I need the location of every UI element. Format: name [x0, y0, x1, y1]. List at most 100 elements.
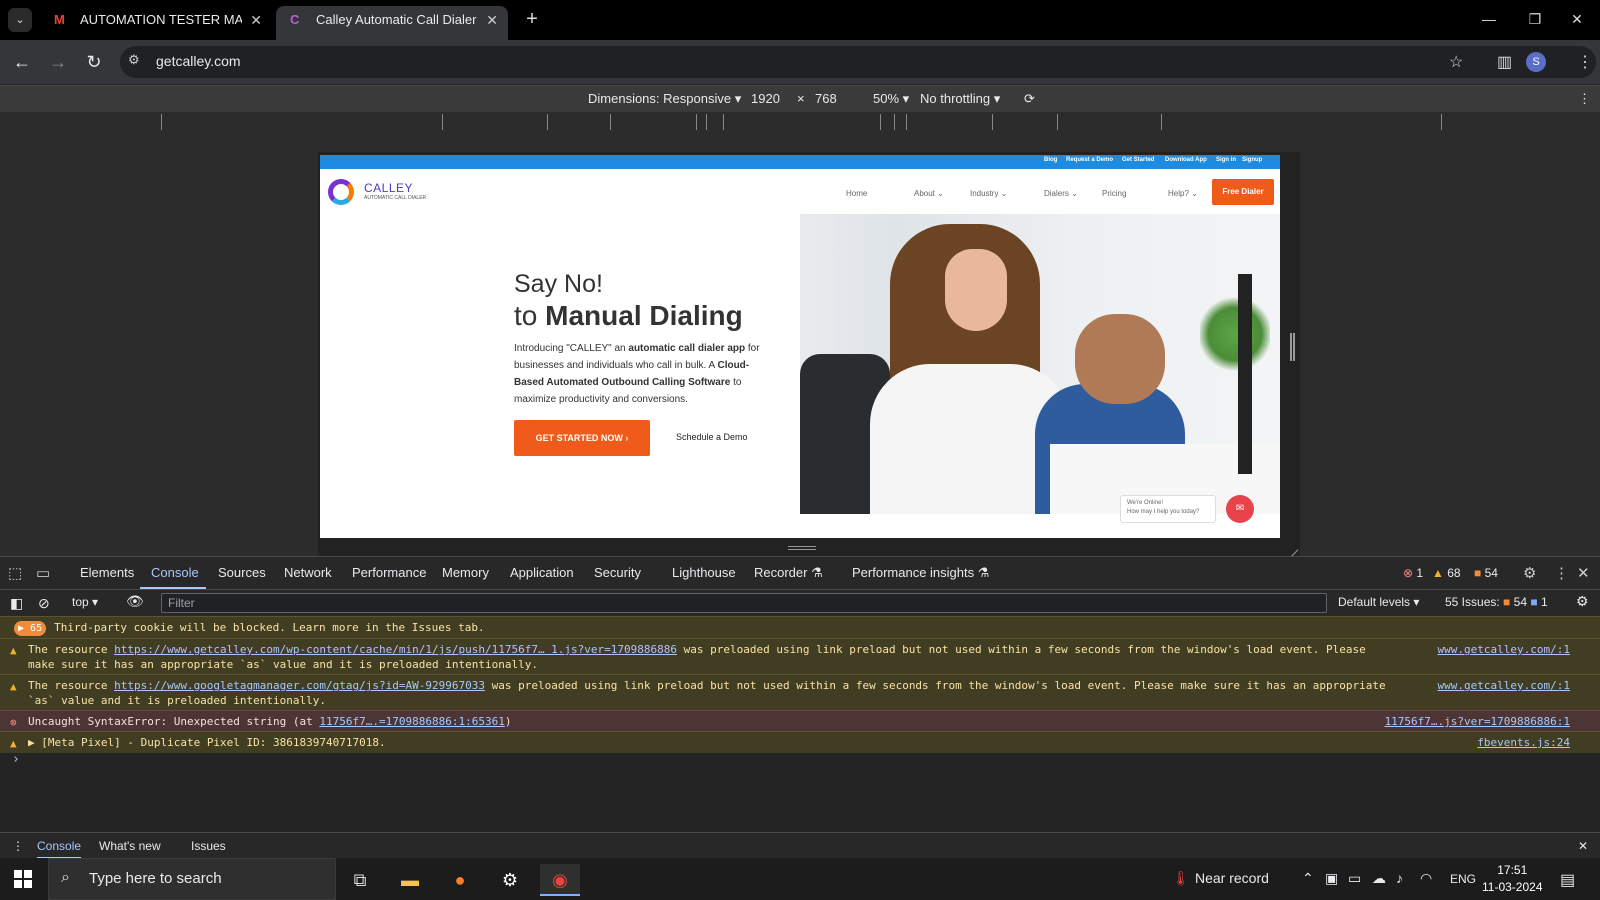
firefox-icon[interactable]: ●	[440, 864, 480, 896]
tab-application[interactable]: Application	[510, 565, 574, 580]
tray-app-icon[interactable]: ▣	[1325, 870, 1338, 887]
warning-count[interactable]: ▲ 68	[1432, 566, 1461, 580]
close-icon[interactable]: ✕	[250, 6, 262, 34]
tab-search-button[interactable]: ⌄	[8, 8, 32, 32]
bookmark-star-icon[interactable]: ☆	[1449, 52, 1463, 72]
devtools-menu-icon[interactable]: ⋮	[1554, 564, 1569, 582]
source-link[interactable]: www.getcalley.com/:1	[1438, 678, 1570, 693]
avatar[interactable]: S	[1526, 52, 1546, 72]
source-link[interactable]: fbevents.js:24	[1477, 735, 1570, 750]
rotate-icon[interactable]: ⟳	[1024, 91, 1035, 107]
battery-icon[interactable]: ▭	[1348, 870, 1361, 887]
issues-counter[interactable]: 55 Issues: ■ 54 ■ 1	[1445, 595, 1548, 609]
weather-text[interactable]: Near record	[1195, 870, 1269, 886]
calley-logo-icon[interactable]	[328, 179, 354, 205]
tab-performance-insights[interactable]: Performance insights ⚗	[852, 565, 989, 581]
menu-about[interactable]: About ⌄	[914, 189, 944, 198]
chat-greeting[interactable]: We're Online! How may I help you today?	[1120, 495, 1216, 523]
tab-memory[interactable]: Memory	[442, 565, 489, 580]
topbar-link-signup[interactable]: Signup	[1242, 157, 1262, 163]
sidebar-toggle-icon[interactable]: ◧	[10, 595, 23, 612]
tab-security[interactable]: Security	[594, 565, 641, 580]
cloud-icon[interactable]: ☁	[1372, 870, 1386, 887]
tab-sources[interactable]: Sources	[218, 565, 266, 580]
settings-app-icon[interactable]: ⚙	[490, 864, 530, 896]
resize-handle-bottom[interactable]	[788, 546, 816, 550]
zoom-dropdown[interactable]: 50% ▾	[873, 91, 909, 107]
tab-recorder[interactable]: Recorder ⚗	[754, 565, 823, 581]
source-link[interactable]: 11756f7….js?ver=1709886886:1	[1385, 714, 1570, 729]
browser-menu-icon[interactable]: ⋮	[1577, 52, 1593, 72]
windows-start-icon[interactable]	[14, 870, 32, 888]
topbar-link-sign-in[interactable]: Sign in	[1216, 157, 1236, 163]
drawer-menu-icon[interactable]: ⋮	[12, 839, 24, 853]
source-link[interactable]: www.getcalley.com/:1	[1438, 642, 1570, 657]
drawer-tab-console[interactable]: Console	[37, 839, 82, 859]
reload-icon[interactable]: ↻	[82, 50, 106, 74]
tab-console[interactable]: Console	[151, 565, 199, 580]
thermometer-icon[interactable]: 🌡	[1172, 870, 1190, 887]
notification-icon[interactable]: ▤	[1560, 870, 1575, 890]
close-icon[interactable]: ✕	[486, 6, 498, 34]
resource-link[interactable]: https://www.getcalley.com/wp-content/cac…	[114, 643, 677, 656]
menu-home[interactable]: Home	[846, 189, 867, 198]
context-selector[interactable]: top ▾	[72, 595, 98, 609]
new-tab-button[interactable]: +	[520, 8, 544, 32]
language-indicator[interactable]: ENG	[1450, 872, 1476, 886]
minimize-button[interactable]: —	[1466, 0, 1512, 40]
resource-link[interactable]: https://www.googletagmanager.com/gtag/js…	[114, 679, 485, 692]
settings-gear-icon[interactable]: ⚙	[1523, 564, 1536, 582]
console-warning-preload-1[interactable]: ▲ The resource https://www.getcalley.com…	[0, 638, 1600, 675]
taskbar-search-box[interactable]: ⌕ Type here to search	[48, 858, 336, 900]
topbar-link-get-started[interactable]: Get Started	[1122, 157, 1154, 163]
volume-icon[interactable]: ♪	[1396, 870, 1403, 886]
console-warning-meta-pixel[interactable]: ▲ ▶ [Meta Pixel] - Duplicate Pixel ID: 3…	[0, 731, 1600, 753]
topbar-link-request-demo[interactable]: Request a Demo	[1066, 157, 1113, 163]
side-panel-icon[interactable]: ▥	[1497, 52, 1512, 72]
inspect-element-icon[interactable]: ⬚	[8, 564, 22, 582]
cookie-issue-message[interactable]: ▶ 65 Third-party cookie will be blocked. …	[0, 616, 1600, 639]
devtools-close-icon[interactable]: ✕	[1577, 564, 1590, 582]
width-input[interactable]: 1920	[751, 91, 780, 106]
device-toggle-icon[interactable]: ▭	[36, 564, 50, 582]
forward-icon[interactable]: →	[46, 50, 70, 74]
console-warning-preload-2[interactable]: ▲ The resource https://www.googletagmana…	[0, 674, 1600, 711]
error-count[interactable]: ⊗ 1	[1403, 566, 1423, 580]
console-prompt-icon[interactable]: ›	[12, 752, 20, 767]
height-input[interactable]: 768	[815, 91, 837, 106]
menu-industry[interactable]: Industry ⌄	[970, 189, 1007, 198]
expand-arrow-icon[interactable]: ▶	[28, 736, 35, 749]
drawer-tab-whats-new[interactable]: What's new	[99, 839, 161, 853]
browser-tab-calley[interactable]: C Calley Automatic Call Dialer For ✕	[276, 6, 508, 40]
menu-dialers[interactable]: Dialers ⌄	[1044, 189, 1078, 198]
resize-handle-right[interactable]	[1290, 333, 1295, 361]
throttling-dropdown[interactable]: No throttling ▾	[920, 91, 1000, 107]
live-expression-eye-icon[interactable]: 👁	[126, 593, 144, 610]
browser-tab-gmail[interactable]: M AUTOMATION TESTER MACHIN ✕	[40, 6, 272, 40]
info-count[interactable]: ■ 54	[1474, 566, 1498, 580]
console-error-syntax[interactable]: ⊗ Uncaught SyntaxError: Unexpected strin…	[0, 710, 1600, 732]
back-icon[interactable]: ←	[10, 50, 34, 74]
get-started-button[interactable]: GET STARTED NOW ›	[514, 420, 650, 456]
site-info-icon[interactable]: ⚙	[128, 52, 140, 68]
restore-button[interactable]: ❐	[1512, 0, 1558, 40]
tab-elements[interactable]: Elements	[80, 565, 134, 580]
wifi-icon[interactable]: ◠	[1420, 870, 1432, 887]
console-settings-icon[interactable]: ⚙	[1576, 593, 1589, 610]
url-text[interactable]: getcalley.com	[156, 53, 241, 69]
logo-text[interactable]: CALLEY	[364, 181, 413, 195]
tab-performance[interactable]: Performance	[352, 565, 426, 580]
menu-help[interactable]: Help? ⌄	[1168, 189, 1198, 198]
log-levels-dropdown[interactable]: Default levels ▾	[1338, 595, 1419, 609]
device-menu-icon[interactable]: ⋮	[1578, 91, 1591, 107]
taskbar-clock[interactable]: 17:51 11-03-2024	[1482, 862, 1543, 896]
address-bar[interactable]: ⚙ getcalley.com	[120, 46, 1596, 78]
free-dialer-button[interactable]: Free Dialer	[1212, 179, 1274, 205]
drawer-close-icon[interactable]: ✕	[1578, 839, 1588, 853]
tray-chevron-icon[interactable]: ⌃	[1302, 870, 1314, 887]
chat-icon[interactable]: ✉	[1226, 495, 1254, 523]
schedule-demo-link[interactable]: Schedule a Demo	[676, 432, 748, 442]
drawer-tab-issues[interactable]: Issues	[191, 839, 226, 853]
topbar-link-download-app[interactable]: Download App	[1165, 157, 1207, 163]
window-close-button[interactable]: ✕	[1554, 0, 1600, 40]
